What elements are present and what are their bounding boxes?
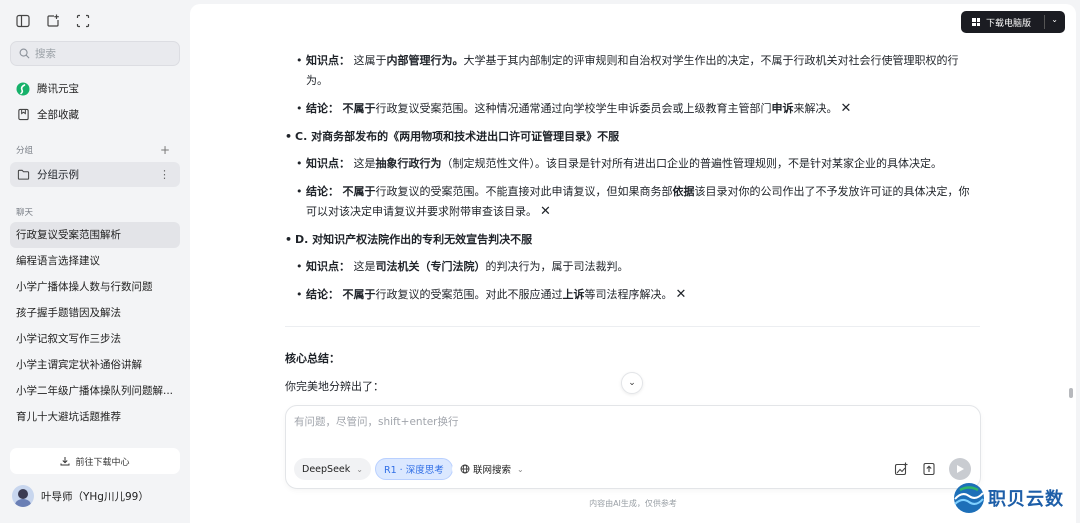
download-desktop-button[interactable]: 下载电脑版 ⌄ [961,11,1065,33]
divider [285,326,980,327]
scroll-to-bottom-button[interactable]: ⌄ [621,372,643,394]
sidebar-toolbar [14,12,92,30]
list-item: 知识点： 这属于内部管理行为。大学基于其内部制定的评审规则和自治权对学生作出的决… [296,51,978,91]
image-upload-icon[interactable] [893,461,909,477]
avatar [12,485,34,507]
option-c-heading: C. 对商务部发布的《两用物项和技术进出口许可证管理目录》不服 [285,127,975,147]
download-icon [60,457,70,466]
add-group-icon[interactable]: + [160,143,170,157]
list-item: 知识点： 这是司法机关（专门法院）的判决行为，属于司法裁判。 [296,257,978,277]
nav-yuanbao-label: 腾讯元宝 [37,83,79,95]
cross-mark-icon: ✕ [840,101,852,116]
search-icon [19,48,30,59]
summary-text: 你完美地分辨出了： [285,380,384,393]
web-search-toggle[interactable]: 联网搜索 ⌄ [452,458,532,480]
chat-item[interactable]: 小学主谓宾定状补通俗讲解 [10,352,180,378]
new-chat-icon[interactable] [44,12,62,30]
chat-item[interactable]: 小学二年级广播体操队列问题解... [10,378,180,404]
more-options-icon[interactable]: ⋮ [159,168,170,181]
chat-list: 行政复议受案范围解析 编程语言选择建议 小学广播体操人数与行数问题 孩子握手题错… [10,222,180,430]
download-center-button[interactable]: 前往下载中心 [10,448,180,474]
ai-disclaimer: 内容由AI生成，仅供参考 [589,499,677,508]
chevron-down-icon[interactable]: ⌄ [517,465,524,474]
watermark-text: 职贝云数 [988,489,1064,510]
scrollbar-thumb[interactable] [1069,388,1073,398]
user-profile[interactable]: 叶导师（YHg川儿99） [12,485,149,507]
group-item[interactable]: 分组示例 ⋮ [10,162,180,187]
chat-item[interactable]: 编程语言选择建议 [10,248,180,274]
main-panel: 下载电脑版 ⌄ 知识点： 这属于内部管理行为。大学基于其内部制定的评审规则和自治… [190,4,1076,523]
cross-mark-icon: ✕ [540,204,551,219]
toggle-sidebar-icon[interactable] [14,12,32,30]
groups-section-label: 分组 [16,146,34,156]
web-search-label: 联网搜索 [473,465,512,476]
option-d-heading: D. 对知识产权法院作出的专利无效宣告判决不服 [285,230,975,250]
group-item-label: 分组示例 [37,169,79,181]
chat-item[interactable]: 孩子握手题错因及解法 [10,300,180,326]
watermark-logo-icon [954,483,984,513]
download-desktop-label: 下载电脑版 [986,18,1032,29]
chat-item[interactable]: 小学记叙文写作三步法 [10,326,180,352]
nav-favorites-label: 全部收藏 [37,109,79,121]
nav-yuanbao[interactable]: 腾讯元宝 [16,81,79,96]
bookmark-icon [16,108,30,122]
folder-icon [17,168,30,181]
chevron-down-icon: ⌄ [356,464,363,474]
chat-item[interactable]: 育儿十大避坑话题推荐 [10,404,180,430]
watermark: 职贝云数 [952,481,1064,515]
list-item: 结论： 不属于行政复议的受案范围。对此不服应通过上诉等司法程序解决。✕ [296,285,978,305]
yuanbao-logo-icon [16,82,30,96]
windows-icon [972,18,980,26]
model-selector[interactable]: DeepSeek ⌄ [294,458,371,480]
chevron-down-icon[interactable]: ⌄ [1051,15,1058,24]
list-item: 结论： 不属于行政复议受案范围。这种情况通常通过向学校学生申诉委员会或上级教育主… [296,99,978,119]
message-input[interactable] [294,414,964,438]
deep-think-label: R1 · 深度思考 [384,465,444,476]
list-item: 结论： 不属于行政复议的受案范围。不能直接对此申请复议，但如果商务部依据该目录对… [296,182,978,222]
cross-mark-icon: ✕ [675,287,687,302]
user-name: 叶导师（YHg川儿99） [41,490,149,503]
sidebar: 腾讯元宝 全部收藏 分组 + 分组示例 ⋮ 聊天 行政复议受案范围解析 编程语言… [0,0,190,523]
chat-item[interactable]: 小学广播体操人数与行数问题 [10,274,180,300]
globe-icon [460,464,470,474]
summary-title: 核心总结： [285,352,340,365]
model-label: DeepSeek [302,463,351,475]
chat-item[interactable]: 行政复议受案范围解析 [10,222,180,248]
screenshot-icon[interactable] [74,12,92,30]
send-button[interactable] [949,458,971,480]
deep-think-toggle[interactable]: R1 · 深度思考 [375,458,453,480]
list-item: 知识点： 这是抽象行政行为（制定规范性文件）。该目录是针对所有进出口企业的普遍性… [296,154,978,174]
search-box[interactable] [10,41,180,66]
file-upload-icon[interactable] [921,461,937,477]
nav-favorites[interactable]: 全部收藏 [16,107,79,122]
chats-section-label: 聊天 [16,208,34,218]
send-icon [957,465,964,473]
download-center-label: 前往下载中心 [75,457,130,468]
search-input[interactable] [35,47,175,60]
chat-composer: DeepSeek ⌄ R1 · 深度思考 联网搜索 ⌄ [285,405,981,489]
